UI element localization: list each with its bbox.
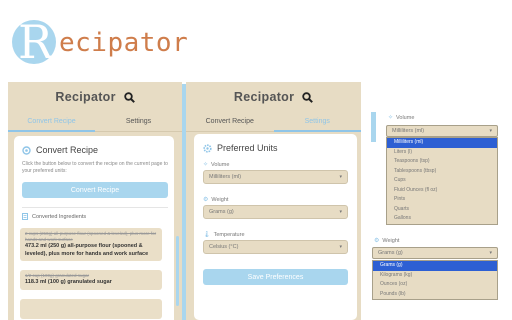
ingredient-item [20, 299, 162, 319]
weight-select[interactable]: Grams (g) ▾ [203, 205, 348, 219]
divider [22, 207, 168, 208]
save-preferences-button[interactable]: Save Preferences [203, 269, 348, 285]
popup-title-text: Recipator [55, 90, 116, 104]
weight-dropdown-label-text: Weight [382, 237, 400, 244]
tab-settings[interactable]: Settings [95, 112, 182, 132]
volume-dropdown-label-text: Volume [396, 114, 415, 121]
convert-recipe-button[interactable]: Convert Recipe [22, 182, 168, 198]
temperature-select-value: Celsius (°C) [209, 244, 239, 250]
convert-card-title: Convert Recipe [36, 145, 99, 155]
volume-icon: ✧ [203, 162, 209, 168]
volume-select-value: Milliliters (ml) [209, 174, 242, 180]
popup-tabs: Convert Recipe Settings [8, 112, 182, 132]
popup-title-text: Recipator [233, 90, 295, 104]
ingredient-converted: 473.2 ml (250 g) all-purpose flour (spoo… [25, 243, 149, 257]
weight-field-label: ⚙ Weight [203, 196, 229, 204]
weight-dropdown-label: ⚙ Weight [374, 237, 400, 245]
weight-option[interactable]: Grams (g) [373, 261, 497, 271]
weight-dropdown-value: Grams (g) [378, 250, 403, 256]
volume-option[interactable]: Milliliters (ml) [387, 138, 497, 148]
search-icon [123, 92, 135, 106]
gear-icon [203, 143, 212, 153]
weight-options-list: Grams (g) Kilograms (kg) Ounces (oz) Pou… [372, 260, 498, 300]
weight-icon: ⚙ [203, 197, 209, 203]
tab-convert-recipe[interactable]: Convert Recipe [186, 112, 274, 132]
weight-option[interactable]: Pounds (lb) [373, 290, 497, 300]
convert-description: Click the button below to convert the re… [22, 161, 168, 174]
volume-option[interactable]: Cups [387, 176, 497, 186]
chevron-down-icon: ▾ [339, 244, 342, 250]
dropdown-accent-strip [371, 112, 376, 142]
thermometer-icon: 🌡 [203, 232, 211, 238]
ingredient-item: 2 cups (250g) all-purpose flour (spooned… [20, 228, 162, 261]
convert-card: Convert Recipe Click the button below to… [14, 136, 174, 320]
volume-field-label: ✧ Volume [203, 161, 230, 169]
weight-select-value: Grams (g) [209, 209, 234, 215]
weight-icon: ⚙ [374, 238, 380, 244]
tab-convert-recipe[interactable]: Convert Recipe [8, 112, 95, 132]
logo-initial: R [18, 15, 53, 69]
convert-popup: Recipator Convert Recipe Settings Conver… [8, 82, 182, 320]
temperature-label: Temperature [213, 231, 245, 238]
volume-options-list: Milliliters (ml) Liters (l) Teaspoons (t… [386, 137, 498, 225]
volume-dropdown-label: ✧ Volume [388, 114, 415, 122]
volume-option[interactable]: Teaspoons (tsp) [387, 157, 497, 167]
volume-option[interactable]: Liters (l) [387, 148, 497, 158]
logo-wordmark: ecipator [59, 28, 189, 58]
popup-tabs: Convert Recipe Settings [186, 112, 361, 132]
volume-select[interactable]: Milliliters (ml) ▾ [203, 170, 348, 184]
list-icon [22, 213, 28, 220]
volume-option[interactable]: Fluid Ounces (fl oz) [387, 186, 497, 196]
preferred-units-header: Preferred Units [203, 143, 278, 153]
volume-option[interactable]: Gallons [387, 214, 497, 224]
temperature-field-label: 🌡 Temperature [203, 231, 245, 239]
weight-dropdown[interactable]: Grams (g) ▾ [372, 247, 498, 259]
tab-settings[interactable]: Settings [273, 112, 361, 132]
ingredient-converted: 118.3 ml (100 g) granulated sugar [25, 279, 112, 285]
weight-option[interactable]: Ounces (oz) [373, 280, 497, 290]
refresh-icon [22, 145, 31, 155]
popup-title: Recipator [186, 90, 361, 106]
popup-title: Recipator [8, 90, 182, 106]
converted-ingredients-header: Converted Ingredients [22, 213, 86, 220]
settings-popup: Recipator Convert Recipe Settings Prefer… [186, 82, 361, 320]
volume-option[interactable]: Quarts [387, 205, 497, 215]
volume-icon: ✧ [388, 115, 394, 121]
weight-option[interactable]: Kilograms (kg) [373, 271, 497, 281]
weight-label: Weight [211, 196, 229, 203]
search-icon [302, 92, 313, 106]
preferred-units-title: Preferred Units [217, 143, 278, 153]
chevron-down-icon: ▾ [489, 128, 492, 134]
scrollbar[interactable] [176, 236, 179, 306]
volume-option[interactable]: Pints [387, 195, 497, 205]
ingredient-item: 1/2 cup (100g) granulated sugar 118.3 ml… [20, 270, 162, 290]
chevron-down-icon: ▾ [339, 209, 342, 215]
chevron-down-icon: ▾ [339, 174, 342, 180]
ingredient-original: 2 cups (250g) all-purpose flour (spooned… [25, 231, 157, 242]
volume-option[interactable]: Tablespoons (tbsp) [387, 167, 497, 177]
preferred-units-card: Preferred Units ✧ Volume Milliliters (ml… [194, 134, 357, 320]
volume-label: Volume [211, 161, 230, 168]
volume-dropdown-value: Milliliters (ml) [392, 128, 425, 134]
volume-dropdown[interactable]: Milliliters (ml) ▾ [386, 125, 498, 137]
chevron-down-icon: ▾ [489, 250, 492, 256]
convert-card-header: Convert Recipe [22, 145, 98, 155]
converted-ingredients-label: Converted Ingredients [32, 213, 87, 220]
temperature-select[interactable]: Celsius (°C) ▾ [203, 240, 348, 254]
